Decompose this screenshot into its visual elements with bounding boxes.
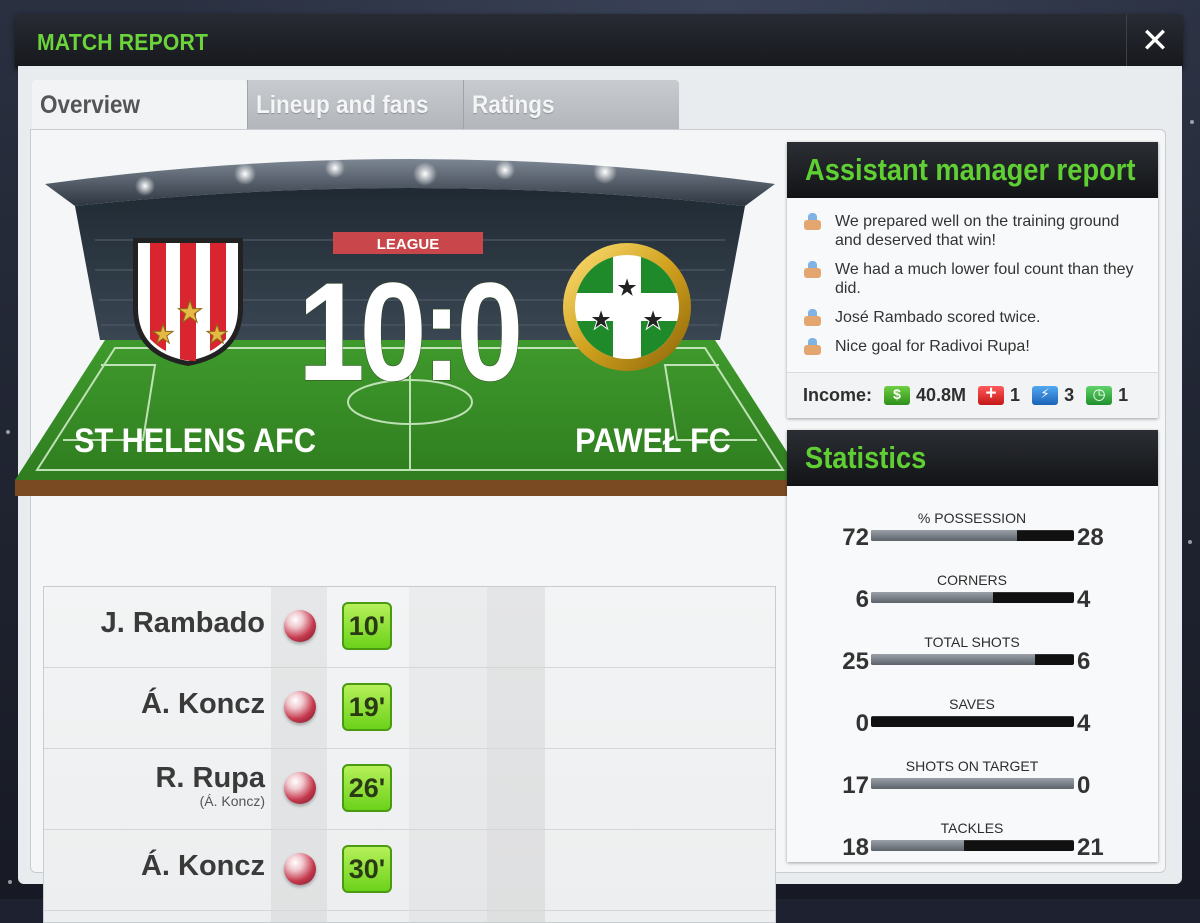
- stat-bar-fill: [871, 654, 1036, 665]
- tab-lineup-and-fans[interactable]: Lineup and fans: [247, 80, 463, 130]
- close-icon: ✕: [1140, 22, 1170, 60]
- report-panel: Overview Lineup and fans Ratings LEAGUE …: [15, 66, 1182, 923]
- close-button[interactable]: ✕: [1126, 14, 1183, 68]
- assistant-report-header: Assistant manager report: [787, 142, 1158, 198]
- stat-away-value: 4: [1077, 586, 1091, 613]
- stat-away-value: 6: [1077, 648, 1091, 675]
- assistant-report-card: Assistant manager report We prepared wel…: [787, 142, 1158, 418]
- stat-home-value: 25: [842, 648, 869, 675]
- assistant-report-list: We prepared well on the training ground …: [787, 198, 1158, 356]
- stat-bar: [871, 716, 1074, 727]
- home-team-crest: ★ ★ ★: [133, 238, 243, 366]
- income-label: Income:: [803, 385, 873, 405]
- income-energy: 3: [1064, 385, 1075, 405]
- stat-row: TACKLES 18 21: [787, 820, 1157, 862]
- list-item: Nice goal for Radivoi Rupa!: [803, 337, 1142, 356]
- stadium-scoreboard: LEAGUE 10:0 ★ ★ ★ ★ ★ ★ ST HELENS AFC PA…: [15, 158, 805, 496]
- income-money: 40.8M: [916, 385, 967, 405]
- goal-minute: 26': [342, 764, 392, 812]
- energy-icon: [1032, 386, 1059, 405]
- stat-bar-fill: [871, 778, 1074, 789]
- clock-icon: [1086, 385, 1113, 405]
- tab-ratings[interactable]: Ratings: [463, 80, 679, 130]
- away-team-name: PAWEŁ FC: [575, 422, 731, 460]
- stat-home-value: 18: [842, 834, 869, 861]
- tab-bar: Overview Lineup and fans Ratings: [32, 80, 679, 130]
- stat-row: TOTAL SHOTS 25 6: [787, 634, 1157, 696]
- stat-home-value: 6: [855, 586, 869, 613]
- list-item: José Rambado scored twice.: [803, 308, 1142, 327]
- stat-row: SHOTS ON TARGET 17 0: [787, 758, 1157, 820]
- goal-scorer: J. Rambado: [100, 607, 265, 639]
- ball-icon: [284, 610, 316, 642]
- stat-bar-fill: [871, 592, 993, 603]
- statistics-card: Statistics % POSSESSION 72 28 CORNERS 6 …: [787, 430, 1158, 862]
- stat-label: CORNERS: [936, 572, 1007, 588]
- assistant-report-title: Assistant manager report: [805, 152, 1136, 187]
- stat-away-value: 28: [1077, 524, 1104, 551]
- goal-row: J. Rambado 10': [44, 587, 775, 668]
- goal-row: Á. Koncz 19': [44, 668, 775, 749]
- svg-text:★: ★: [177, 296, 204, 329]
- goal-minute: 30': [342, 845, 392, 893]
- stat-label: SAVES: [949, 696, 995, 712]
- ball-icon: [284, 772, 316, 804]
- stat-bar-fill: [871, 530, 1018, 541]
- stat-bar: [871, 778, 1074, 789]
- income-medical: 1: [1010, 385, 1021, 405]
- ball-icon: [284, 853, 316, 885]
- statistics-title: Statistics: [805, 440, 927, 475]
- stat-home-value: 72: [842, 524, 869, 551]
- stat-home-value: 17: [842, 772, 869, 799]
- stat-bar: [871, 654, 1074, 665]
- match-report-header: MATCH REPORT ✕: [15, 14, 1183, 68]
- svg-text:★: ★: [205, 319, 228, 349]
- stat-bar: [871, 840, 1074, 851]
- goal-list: J. Rambado 10' Á. Koncz 19' R. Rupa (Á. K…: [43, 586, 776, 923]
- tab-overview[interactable]: Overview: [32, 80, 247, 130]
- thumbs-up-icon: [803, 213, 823, 231]
- list-item: We had a much lower foul count than they…: [803, 260, 1142, 298]
- stat-row: % POSSESSION 72 28: [787, 510, 1157, 572]
- statistics-list: % POSSESSION 72 28 CORNERS 6 4 TOTAL SHO…: [787, 510, 1158, 862]
- thumbs-up-icon: [803, 261, 823, 279]
- svg-text:★: ★: [640, 304, 665, 335]
- thumbs-up-icon: [803, 338, 823, 356]
- goal-scorer: R. Rupa (Á. Koncz): [155, 762, 265, 809]
- svg-text:★: ★: [151, 319, 174, 349]
- svg-text:★: ★: [614, 272, 639, 303]
- stat-away-value: 0: [1077, 772, 1091, 799]
- ball-icon: [284, 691, 316, 723]
- income-time: 1: [1118, 385, 1129, 405]
- goal-scorer: Á. Koncz: [140, 850, 265, 882]
- match-score: 10:0: [298, 253, 519, 410]
- stat-away-value: 4: [1077, 710, 1091, 737]
- goal-minute: 10': [342, 602, 392, 650]
- league-label: LEAGUE: [377, 236, 440, 253]
- stat-row: SAVES 0 4: [787, 696, 1157, 758]
- stat-bar: [871, 530, 1074, 541]
- thumbs-up-icon: [803, 309, 823, 327]
- stat-away-value: 21: [1077, 834, 1104, 861]
- medical-icon: [978, 383, 1005, 405]
- stat-row: CORNERS 6 4: [787, 572, 1157, 634]
- goal-assist: (Á. Koncz): [199, 793, 265, 809]
- goal-row: R. Rupa (Á. Koncz) 26': [44, 749, 775, 830]
- money-icon: [884, 386, 911, 405]
- stat-bar-fill: [871, 840, 965, 851]
- overview-content: LEAGUE 10:0 ★ ★ ★ ★ ★ ★ ST HELENS AFC PA…: [15, 129, 1166, 923]
- stat-bar: [871, 592, 1074, 603]
- statistics-header: Statistics: [787, 430, 1158, 486]
- svg-text:★: ★: [588, 304, 613, 335]
- header-title: MATCH REPORT: [37, 29, 209, 55]
- away-team-crest: ★ ★ ★: [563, 243, 691, 371]
- income-row: Income: 40.8M 1 3 1: [787, 372, 1158, 418]
- pitch-base: [15, 480, 805, 496]
- home-team-name: ST HELENS AFC: [74, 422, 316, 460]
- goal-scorer: Á. Koncz: [140, 688, 265, 720]
- stat-home-value: 0: [855, 710, 869, 737]
- goal-minute: 19': [342, 683, 392, 731]
- list-item: We prepared well on the training ground …: [803, 212, 1142, 250]
